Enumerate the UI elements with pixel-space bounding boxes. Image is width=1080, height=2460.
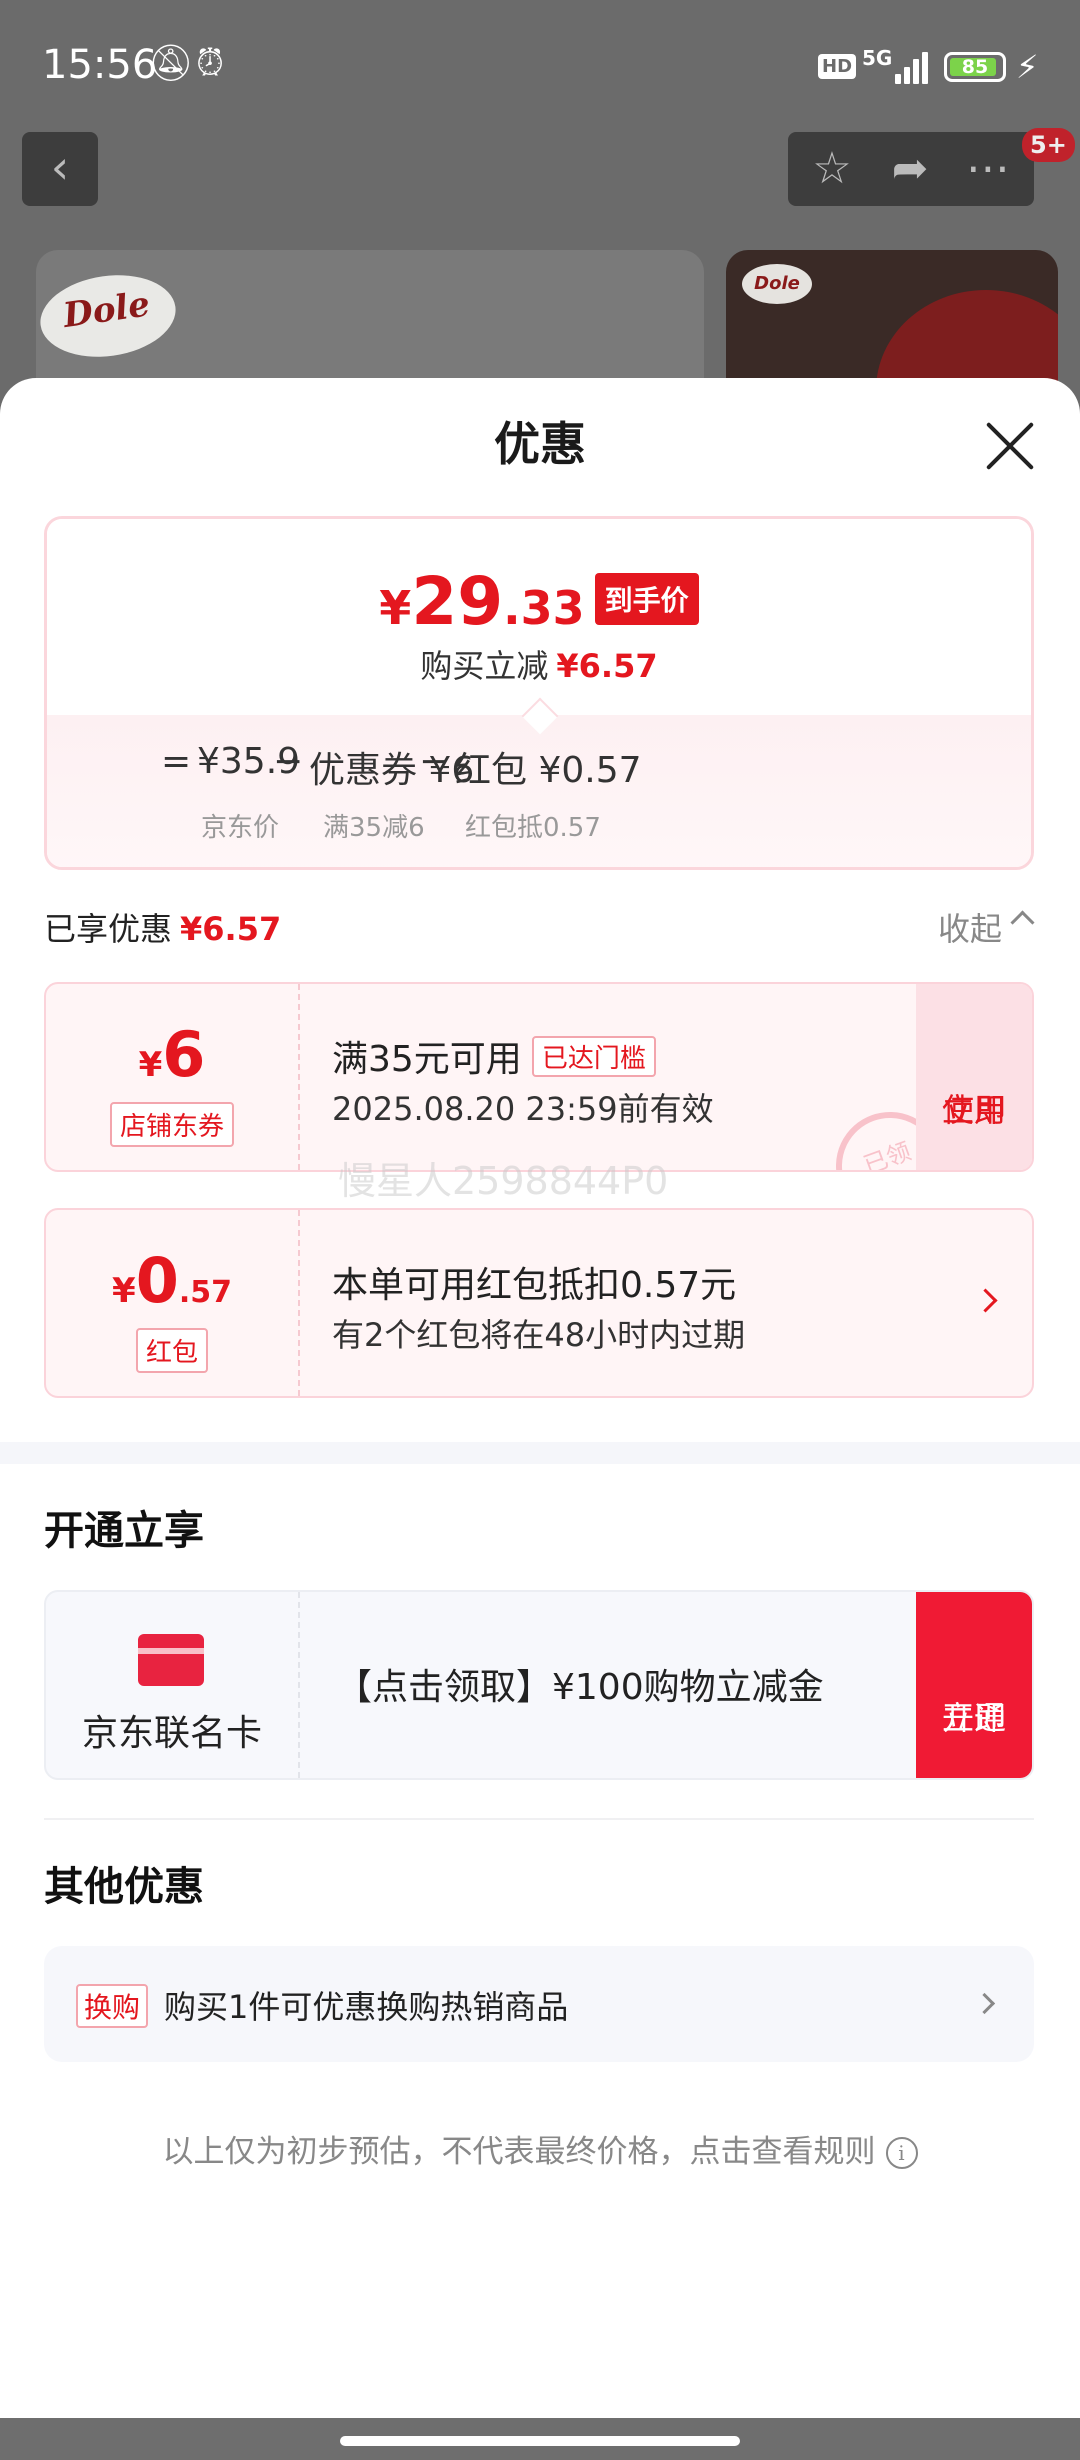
chevron-right-icon xyxy=(973,1992,996,2015)
watermark: 慢星人2598844P0 xyxy=(338,1159,669,1203)
alarm-icon: ⏰︎ xyxy=(196,43,225,84)
status-bar: 15:56 🔕︎ ⏰︎ HD 5G 85 ⚡︎ xyxy=(0,0,1080,130)
redpacket-deduction: 红包 ¥0.57 xyxy=(455,750,642,791)
instant-cut: 购买立减 ¥6.57 xyxy=(420,647,658,685)
exchange-offer-row[interactable]: 换购 购买1件可优惠换购热销商品 xyxy=(44,1946,1034,2062)
sheet-title: 优惠 xyxy=(494,417,586,471)
redpacket-label: 红包抵0.57 xyxy=(465,813,601,843)
exchange-tag: 换购 xyxy=(76,1984,149,2028)
back-button[interactable]: ‹ xyxy=(22,132,98,206)
credit-card-icon xyxy=(138,1634,204,1686)
use-now-button[interactable]: 立即 使用 xyxy=(916,984,1032,1170)
enjoyed-discount: 已享优惠 ¥6.57 xyxy=(44,910,282,948)
final-price-tag: 到手价 xyxy=(594,573,699,625)
collapse-button[interactable]: 收起 xyxy=(938,904,1002,950)
card-name: 京东联名卡 xyxy=(81,1713,262,1754)
redpacket-card[interactable]: ¥0.57 红包 本单可用红包抵扣0.57元 有2个红包将在48小时内过期 xyxy=(44,1208,1034,1398)
home-indicator[interactable] xyxy=(340,2436,740,2446)
coupon-type-tag: 店铺东券 xyxy=(109,1102,235,1147)
status-time: 15:56 xyxy=(42,42,158,88)
more-icon[interactable]: ⋯ xyxy=(958,140,1018,198)
coupon-label: 满35减6 xyxy=(323,813,425,843)
section-separator xyxy=(0,1442,1080,1464)
star-icon[interactable]: ☆ xyxy=(802,140,862,198)
mute-bell-icon: 🔕︎ xyxy=(148,43,194,84)
discount-sheet: 优惠 ¥29.33 到手价 购买立减 ¥6.57 = ¥35.9 − 优惠券 ¥6 … xyxy=(0,378,1080,2418)
redpacket-expiry: 有2个红包将在48小时内过期 xyxy=(332,1316,746,1354)
divider xyxy=(44,1818,1034,1820)
price-formula: = ¥35.9 − 优惠券 ¥6 − 红包 ¥0.57 xyxy=(161,741,642,791)
jd-price-label: 京东价 xyxy=(201,813,280,843)
charging-icon: ⚡︎ xyxy=(1016,48,1039,86)
coupon-validity: 2025.08.20 23:59前有效 xyxy=(332,1090,714,1128)
other-section-title: 其他优惠 xyxy=(44,1864,204,1910)
coupon-condition: 满35元可用 已达门槛 xyxy=(332,1030,656,1082)
store-coupon-card: ¥6 店铺东券 满35元可用 已达门槛 2025.08.20 23:59前有效 已… xyxy=(44,982,1034,1172)
redpacket-type-tag: 红包 xyxy=(135,1328,209,1373)
chevron-right-icon xyxy=(973,1288,998,1313)
exchange-text: 购买1件可优惠换购热销商品 xyxy=(164,1988,569,2026)
redpacket-amount: ¥0.57 xyxy=(112,1244,232,1317)
coupon-amount: ¥6 xyxy=(138,1018,206,1091)
card-promo[interactable]: 【点击领取】¥100购物立减金 xyxy=(336,1658,824,1710)
open-section-title: 开通立享 xyxy=(44,1508,204,1554)
notification-badge: 5+ xyxy=(1022,128,1075,162)
close-icon[interactable] xyxy=(982,418,1038,474)
network-label: 5G xyxy=(862,46,893,70)
coupon-deduction: 优惠券 ¥6 xyxy=(309,750,475,791)
open-now-button[interactable]: 立即 开通 xyxy=(916,1592,1032,1778)
price-breakdown: ¥29.33 到手价 购买立减 ¥6.57 = ¥35.9 − 优惠券 ¥6 − 红… xyxy=(44,516,1034,870)
disclaimer[interactable]: 以上仅为初步预估，不代表最终价格，点击查看规则 i xyxy=(0,2126,1080,2171)
info-icon[interactable]: i xyxy=(885,2137,918,2169)
header-actions: ☆ ➦ ⋯ xyxy=(788,132,1034,206)
hd-icon: HD xyxy=(818,54,857,79)
co-branded-card-offer: 京东联名卡 【点击领取】¥100购物立减金 立即 开通 xyxy=(44,1590,1034,1780)
battery-icon: 85 xyxy=(944,52,1006,82)
chevron-up-icon[interactable] xyxy=(1010,910,1035,935)
final-price: ¥29.33 到手价 xyxy=(47,563,1031,640)
redpacket-usage: 本单可用红包抵扣0.57元 xyxy=(332,1265,737,1306)
signal-icon xyxy=(895,50,931,84)
share-icon[interactable]: ➦ xyxy=(880,140,940,198)
threshold-tag: 已达门槛 xyxy=(531,1036,656,1077)
